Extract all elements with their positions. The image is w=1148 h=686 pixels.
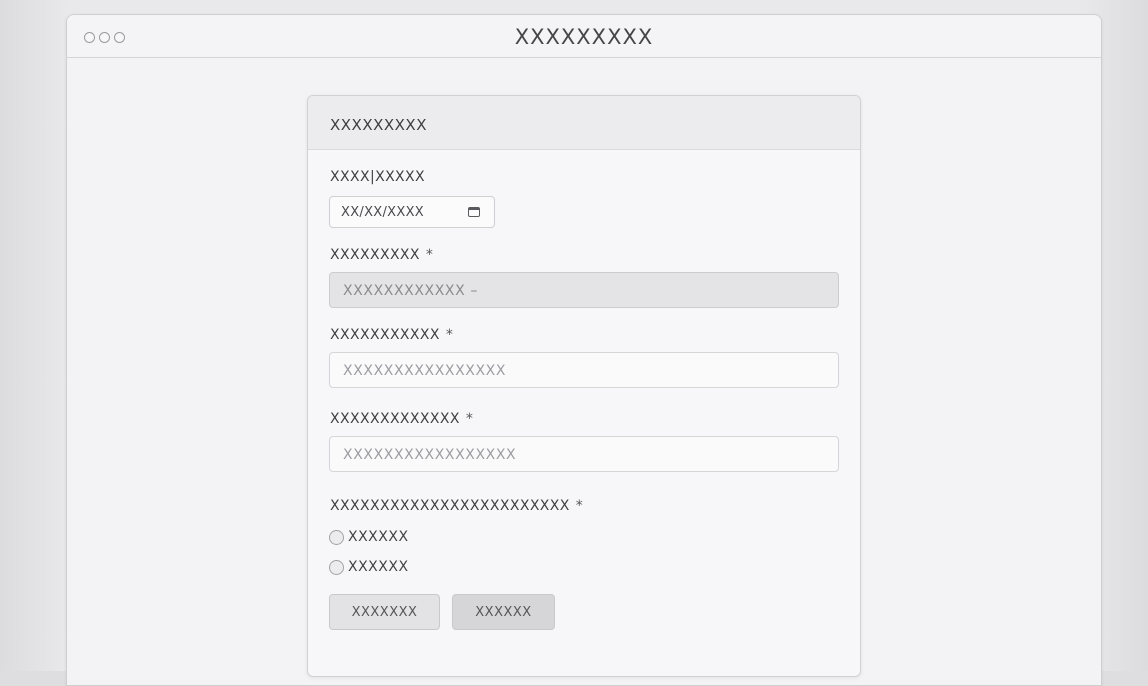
- required-marker: *: [445, 327, 454, 343]
- date-label: XXXX|XXXXX: [330, 169, 426, 185]
- date-input[interactable]: XX/XX/XXXX: [329, 196, 495, 228]
- required-marker: *: [575, 498, 584, 514]
- date-input-value: XX/XX/XXXX: [341, 205, 425, 220]
- field1-label-text: XXXXXXXXXXX: [330, 327, 440, 343]
- radio-button-1[interactable]: [329, 529, 344, 545]
- radio-option-2-label: XXXXXX: [348, 559, 409, 575]
- field2-label: XXXXXXXXXXXXX *: [330, 411, 473, 427]
- radio-option-1[interactable]: XXXXXX: [329, 529, 409, 545]
- radio-group-label-text: XXXXXXXXXXXXXXXXXXXXXXXX: [330, 498, 570, 514]
- form-card: XXXXXXXXX XXXX|XXXXX XX/XX/XXXX XXXXXXXX…: [307, 95, 861, 677]
- text-input-1[interactable]: XXXXXXXXXXXXXXXX: [329, 352, 839, 388]
- field2-label-text: XXXXXXXXXXXXX: [330, 411, 460, 427]
- title-bar: XXXXXXXXX: [67, 15, 1101, 58]
- secondary-button[interactable]: XXXXXX: [452, 594, 555, 630]
- calendar-icon[interactable]: [468, 207, 480, 217]
- window-title: XXXXXXXXX: [514, 25, 654, 49]
- radio-option-1-label: XXXXXX: [348, 529, 409, 545]
- form-header: XXXXXXXXX: [308, 96, 860, 150]
- radio-group-label: XXXXXXXXXXXXXXXXXXXXXXXX *: [330, 498, 583, 514]
- select-label-text: XXXXXXXXX: [330, 247, 420, 263]
- select-dropdown-value: XXXXXXXXXXXX –: [343, 283, 478, 299]
- text-input-2-placeholder: XXXXXXXXXXXXXXXXX: [343, 447, 517, 463]
- text-input-2[interactable]: XXXXXXXXXXXXXXXXX: [329, 436, 839, 472]
- form-title: XXXXXXXXX: [330, 116, 427, 134]
- field1-label: XXXXXXXXXXX *: [330, 327, 453, 343]
- select-label: XXXXXXXXX *: [330, 247, 433, 263]
- select-dropdown[interactable]: XXXXXXXXXXXX –: [329, 272, 839, 308]
- app-window: XXXXXXXXX XXXXXXXXX XXXX|XXXXX XX/XX/XXX…: [66, 14, 1102, 686]
- required-marker: *: [465, 411, 474, 427]
- primary-button[interactable]: XXXXXXX: [329, 594, 440, 630]
- radio-button-2[interactable]: [329, 559, 344, 575]
- radio-option-2[interactable]: XXXXXX: [329, 559, 409, 575]
- text-input-1-placeholder: XXXXXXXXXXXXXXXX: [343, 363, 507, 379]
- required-marker: *: [425, 247, 434, 263]
